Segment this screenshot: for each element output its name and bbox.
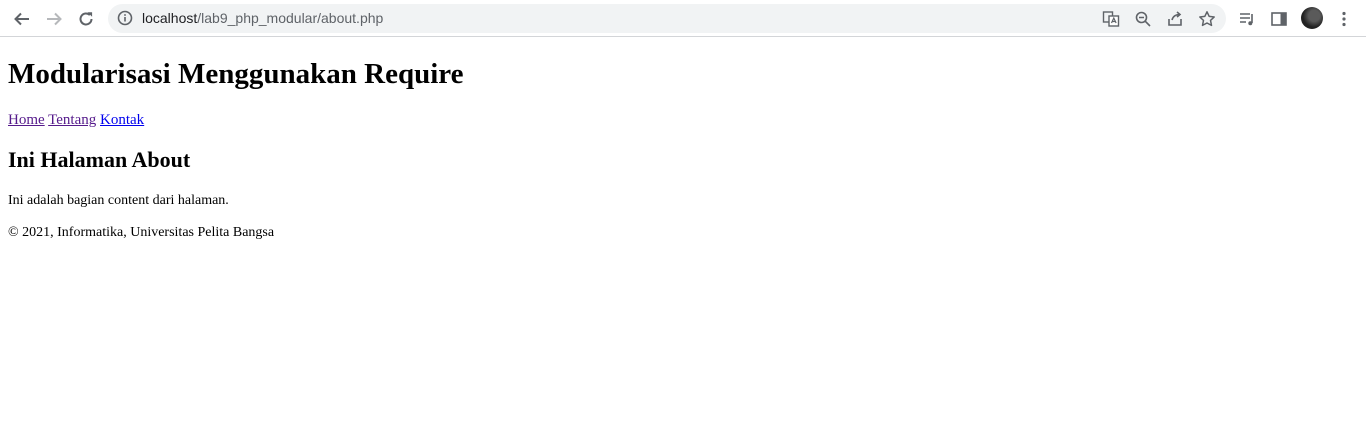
forward-button[interactable] xyxy=(41,6,67,32)
page-content: Modularisasi Menggunakan Require Home Te… xyxy=(8,38,1358,241)
main-nav: Home Tentang Kontak xyxy=(8,111,1358,129)
menu-button[interactable] xyxy=(1331,6,1357,32)
address-bar[interactable]: localhost/lab9_php_modular/about.php xyxy=(108,4,1226,33)
reload-icon xyxy=(79,12,93,26)
page-title: Modularisasi Menggunakan Require xyxy=(8,58,464,90)
reading-list-button[interactable] xyxy=(1234,6,1260,32)
arrow-left-icon xyxy=(14,12,29,26)
info-icon xyxy=(117,10,133,26)
zoom-out-icon xyxy=(1135,11,1151,27)
side-panel-button[interactable] xyxy=(1266,6,1292,32)
bookmark-button[interactable] xyxy=(1194,6,1220,32)
share-button[interactable] xyxy=(1162,6,1188,32)
back-button[interactable] xyxy=(9,6,35,32)
nav-link-home[interactable]: Home xyxy=(8,112,45,128)
profile-avatar[interactable] xyxy=(1301,7,1323,29)
arrow-right-icon xyxy=(47,12,62,26)
footer-text: © 2021, Informatika, Universitas Pelita … xyxy=(8,225,275,240)
translate-icon xyxy=(1102,11,1120,27)
nav-link-kontak[interactable]: Kontak xyxy=(100,112,144,128)
browser-toolbar: localhost/lab9_php_modular/about.php xyxy=(0,0,1366,37)
side-panel-icon xyxy=(1271,12,1287,26)
more-vertical-icon xyxy=(1342,11,1346,27)
url-path: /lab9_php_modular/about.php xyxy=(197,10,384,26)
nav-link-tentang[interactable]: Tentang xyxy=(48,112,96,128)
section-heading: Ini Halaman About xyxy=(8,147,191,172)
star-icon xyxy=(1199,11,1215,27)
share-icon xyxy=(1168,11,1182,26)
content-paragraph: Ini adalah bagian content dari halaman. xyxy=(8,193,229,208)
site-info-icon[interactable] xyxy=(116,7,134,29)
url-text[interactable]: localhost/lab9_php_modular/about.php xyxy=(142,10,383,26)
url-host: localhost xyxy=(142,10,198,26)
zoom-button[interactable] xyxy=(1130,6,1156,32)
translate-button[interactable] xyxy=(1098,6,1124,32)
media-queue-icon xyxy=(1240,13,1253,26)
reload-button[interactable] xyxy=(73,6,99,32)
